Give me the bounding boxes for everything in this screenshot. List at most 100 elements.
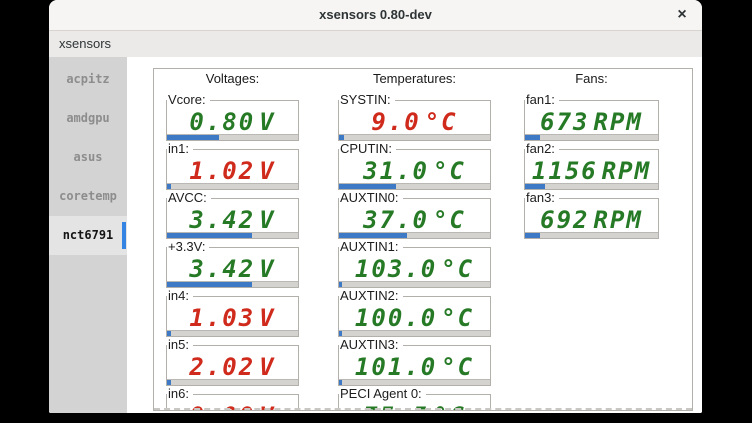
progress-track [339,281,490,287]
lcd-value: 673 [540,108,589,136]
sensor-in1: in1: 1.02V [166,142,299,191]
lcd-unit: V [259,255,275,283]
lcd-display: 101.0°C [339,352,490,382]
titlebar: xsensors 0.80-dev × [49,0,702,31]
lcd-display: 0.80V [167,107,298,137]
sensor-label: in5: [167,338,193,352]
progress-fill [525,233,540,238]
lcd-unit: RPM [594,108,643,136]
lcd-value: 37.0 [363,206,429,234]
lcd-value: 31.0 [363,157,429,185]
lcd-unit: V [259,206,275,234]
lcd-value: 1156 [532,157,598,185]
progress-fill [167,331,171,336]
lcd-value: 2.02 [189,353,255,381]
progress-fill [339,184,396,189]
sensor-label: in6: [167,387,193,401]
sensor-label: fan1: [525,93,559,107]
lcd-value: 1.03 [189,304,255,332]
progress-track [167,232,298,238]
sensor-label: AUXTIN0: [339,191,403,205]
sensor-3v3: +3.3V: 3.42V [166,240,299,289]
progress-fill [525,184,545,189]
progress-track [167,134,298,140]
active-tab-indicator [122,222,126,249]
lcd-unit: °C [441,304,474,332]
sensor-label: Vcore: [167,93,210,107]
progress-track [339,183,490,189]
column-header-fans: Fans: [524,69,659,93]
progress-track [339,134,490,140]
progress-track [167,330,298,336]
lcd-display: 2.02V [167,352,298,382]
lcd-display: 673RPM [525,107,658,137]
sensor-auxtin2: AUXTIN2: 100.0°C [338,289,491,338]
progress-track [167,183,298,189]
lcd-value: 103.0 [355,255,437,283]
sidebar-tab-coretemp[interactable]: coretemp [49,177,127,216]
lcd-unit: °C [433,206,466,234]
sensor-auxtin1: AUXTIN1: 103.0°C [338,240,491,289]
sidebar-tab-nct6791[interactable]: nct6791 [49,216,127,255]
sensor-label: in1: [167,142,193,156]
sensor-label: AUXTIN3: [339,338,403,352]
lcd-display: 692RPM [525,205,658,235]
sensor-auxtin3: AUXTIN3: 101.0°C [338,338,491,387]
sensor-label: AVCC: [167,191,211,205]
sidebar-tab-acpitz[interactable]: acpitz [49,60,127,99]
progress-fill [167,184,171,189]
lcd-display: 100.0°C [339,303,490,333]
notebook-area: acpitz amdgpu asus coretemp nct6791 [49,57,702,413]
close-icon: × [677,6,686,23]
lcd-display: 1156RPM [525,156,658,186]
sensor-systin: SYSTIN: 9.0°C [338,93,491,142]
progress-track [339,330,490,336]
column-temperatures: Temperatures: SYSTIN: 9.0°C CPUTIN: [338,69,491,411]
progress-fill [167,135,219,140]
lcd-unit: °C [441,353,474,381]
sensor-label: +3.3V: [167,240,209,254]
lcd-value: 100.0 [355,304,437,332]
progress-fill [167,233,252,238]
sidebar-tab-asus[interactable]: asus [49,138,127,177]
column-voltages: Voltages: Vcore: 0.80V in1: [166,69,299,411]
sensor-auxtin0: AUXTIN0: 37.0°C [338,191,491,240]
sensor-label: fan2: [525,142,559,156]
lcd-unit: °C [441,255,474,283]
sensor-label: SYSTIN: [339,93,395,107]
lcd-display: 3.42V [167,205,298,235]
progress-fill [167,380,171,385]
sensor-fan3: fan3: 692RPM [524,191,659,240]
progress-fill [339,135,344,140]
tab-label: nct6791 [63,228,114,242]
lcd-value: 9.0 [371,108,420,136]
progress-track [339,232,490,238]
progress-track [525,232,658,238]
lcd-unit: °C [425,108,458,136]
lcd-unit: V [259,304,275,332]
progress-track [167,379,298,385]
window-title: xsensors 0.80-dev [49,0,702,30]
sensor-label: CPUTIN: [339,142,396,156]
menubar: xsensors [49,31,702,58]
sensor-label: AUXTIN1: [339,240,403,254]
lcd-display: 37.0°C [339,205,490,235]
lcd-value: 3.42 [189,255,255,283]
sensor-label: AUXTIN2: [339,289,403,303]
tab-label: asus [74,150,103,164]
sidebar-tab-amdgpu[interactable]: amdgpu [49,99,127,138]
sensor-fan1: fan1: 673RPM [524,93,659,142]
close-button[interactable]: × [670,3,694,27]
lcd-display: 9.0°C [339,107,490,137]
lcd-unit: RPM [602,157,651,185]
lcd-unit: V [259,157,275,185]
tab-label: acpitz [66,72,109,86]
menubar-item-xsensors[interactable]: xsensors [49,31,121,57]
lcd-value: 101.0 [355,353,437,381]
lcd-unit: °C [433,157,466,185]
lcd-display: 31.0°C [339,156,490,186]
sensor-vcore: Vcore: 0.80V [166,93,299,142]
tab-label: coretemp [59,189,117,203]
progress-fill [339,233,407,238]
sensor-in4: in4: 1.03V [166,289,299,338]
